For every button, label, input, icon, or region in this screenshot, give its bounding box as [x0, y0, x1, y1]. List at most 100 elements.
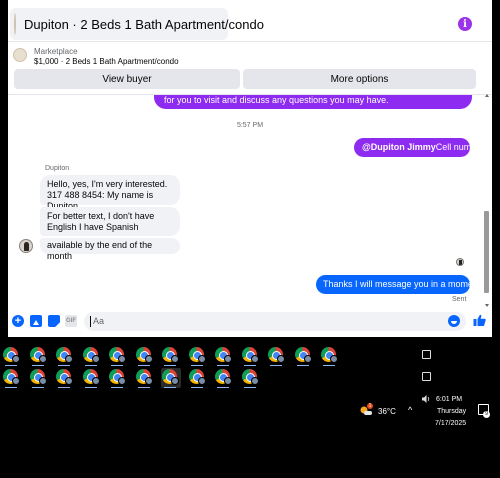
running-indicator — [5, 365, 17, 366]
image-icon[interactable] — [30, 315, 42, 327]
profile-badge-icon — [12, 355, 20, 363]
running-indicator — [323, 365, 335, 366]
profile-badge-icon — [303, 355, 312, 363]
info-icon[interactable]: i — [458, 17, 472, 31]
chrome-profile-icon[interactable] — [241, 368, 261, 388]
thumbs-up-icon[interactable] — [473, 314, 486, 327]
profile-badge-icon — [197, 377, 206, 385]
chrome-profile-icon[interactable] — [135, 346, 155, 366]
chrome-profile-icon[interactable] — [82, 346, 102, 366]
profile-badge-icon — [224, 355, 232, 363]
notification-count-badge: 9 — [483, 411, 490, 418]
profile-badge-icon — [197, 355, 206, 363]
outgoing-reply-message[interactable]: Thanks I will message you in a moment — [316, 275, 481, 294]
chrome-profile-icon[interactable] — [188, 368, 208, 388]
running-indicator — [190, 365, 203, 366]
seen-avatar-icon — [456, 258, 464, 266]
running-indicator — [137, 365, 150, 366]
sender-name: Dupiton — [45, 165, 70, 172]
chrome-profile-icon[interactable] — [161, 346, 181, 366]
chrome-profile-icon[interactable] — [2, 368, 22, 388]
chevron-up-icon[interactable]: ^ — [408, 405, 412, 415]
message-status: Sent — [452, 296, 467, 303]
listing-title[interactable]: $1,000 · 2 Beds 1 Bath Apartment/condo — [34, 57, 179, 66]
running-indicator — [58, 365, 70, 366]
chat-header: Dupiton · 2 Beds 1 Bath Apartment/condo … — [8, 0, 492, 42]
gif-icon[interactable]: GIF — [65, 315, 77, 327]
profile-badge-icon — [65, 377, 73, 385]
incoming-message[interactable]: Hello, yes, I'm very interested. 317 488… — [40, 175, 180, 211]
profile-badge-icon — [118, 355, 126, 363]
running-indicator — [31, 365, 44, 366]
message-list[interactable]: for you to visit and discuss any questio… — [8, 94, 492, 309]
text-caret — [90, 316, 91, 327]
view-buyer-button[interactable]: View buyer — [14, 69, 240, 89]
chat-title-button[interactable]: Dupiton · 2 Beds 1 Bath Apartment/condo — [10, 8, 264, 40]
volume-icon[interactable] — [421, 394, 431, 404]
marketplace-banner: Marketplace $1,000 · 2 Beds 1 Bath Apart… — [8, 42, 492, 94]
chrome-profile-icon[interactable] — [135, 368, 155, 388]
profile-badge-icon — [171, 377, 179, 385]
running-indicator — [137, 387, 150, 388]
chrome-profile-icon[interactable] — [188, 346, 208, 366]
chrome-profile-icon[interactable] — [241, 346, 261, 366]
chrome-profile-icon[interactable] — [294, 346, 314, 366]
incoming-message[interactable]: available by the end of the month — [40, 238, 180, 261]
running-indicator — [5, 387, 17, 388]
listing-thumbnail — [14, 13, 16, 35]
chrome-profile-icon[interactable] — [55, 368, 75, 388]
chrome-profile-icon[interactable] — [161, 368, 181, 388]
scrollbar-thumb[interactable] — [484, 211, 489, 293]
mention-name[interactable]: @Dupiton Jimmy — [362, 142, 436, 152]
chrome-profile-icon[interactable] — [55, 346, 75, 366]
message-input-placeholder: Aa — [93, 316, 105, 326]
chrome-profile-icon[interactable] — [214, 368, 234, 388]
clock-date[interactable]: 7/17/2025 — [435, 420, 466, 427]
running-indicator — [243, 387, 256, 388]
device-icon[interactable] — [422, 350, 431, 359]
profile-badge-icon — [171, 355, 179, 363]
running-indicator — [296, 365, 309, 366]
running-indicator — [84, 365, 97, 366]
profile-badge-icon — [65, 355, 73, 363]
running-indicator — [111, 387, 123, 388]
message-timestamp: 5:57 PM — [236, 122, 264, 129]
temperature[interactable]: 36°C — [378, 407, 396, 416]
chrome-profile-icon[interactable] — [29, 346, 49, 366]
monitor-icon[interactable] — [422, 372, 431, 381]
outgoing-message[interactable]: for you to visit and discuss any questio… — [154, 95, 472, 109]
chrome-profile-icon[interactable] — [108, 346, 128, 366]
chrome-profile-icon[interactable] — [320, 346, 340, 366]
chrome-profile-icon[interactable] — [214, 346, 234, 366]
clock-day[interactable]: Thursday — [437, 408, 466, 415]
profile-badge-icon — [250, 355, 259, 363]
sender-avatar[interactable] — [19, 239, 33, 253]
profile-badge-icon — [277, 355, 285, 363]
chrome-profile-icon[interactable] — [2, 346, 22, 366]
running-indicator — [243, 365, 256, 366]
emoji-icon[interactable] — [448, 315, 460, 327]
chrome-profile-icon[interactable] — [82, 368, 102, 388]
chrome-profile-icon[interactable] — [108, 368, 128, 388]
chrome-profile-icon[interactable] — [267, 346, 287, 366]
scroll-down-arrow-icon[interactable] — [485, 304, 489, 307]
profile-badge-icon — [144, 355, 153, 363]
profile-badge-icon — [144, 377, 153, 385]
incoming-message[interactable]: For better text, I don't have English I … — [40, 207, 180, 236]
chat-title: Dupiton · 2 Beds 1 Bath Apartment/condo — [24, 16, 264, 32]
plus-icon[interactable]: + — [12, 315, 24, 327]
clock-time[interactable]: 6:01 PM — [436, 396, 462, 403]
running-indicator — [217, 387, 229, 388]
more-options-button[interactable]: More options — [243, 69, 476, 89]
message-scrollbar[interactable] — [484, 94, 490, 309]
profile-badge-icon — [91, 355, 100, 363]
outgoing-mention-message[interactable]: @Dupiton JimmyCell number — [354, 138, 484, 157]
running-indicator — [31, 387, 44, 388]
sticker-icon[interactable] — [48, 315, 60, 327]
chrome-profile-icon[interactable] — [29, 368, 49, 388]
message-input[interactable]: Aa — [84, 312, 466, 331]
scroll-up-arrow-icon[interactable] — [485, 94, 489, 97]
running-indicator — [270, 365, 282, 366]
profile-badge-icon — [91, 377, 100, 385]
messenger-chat-window: Dupiton · 2 Beds 1 Bath Apartment/condo … — [8, 0, 492, 337]
